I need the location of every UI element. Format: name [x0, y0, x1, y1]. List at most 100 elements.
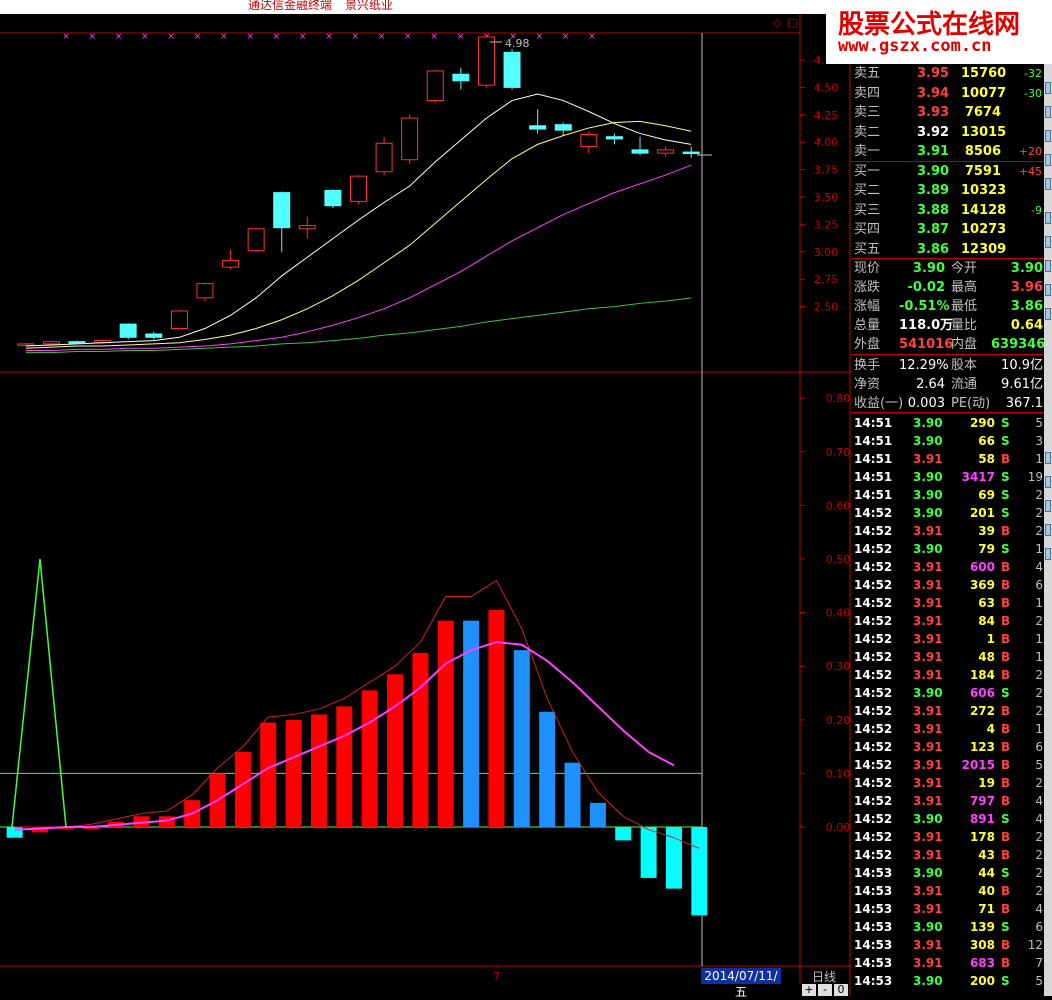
macd-axis-label: 0.70 [826, 446, 851, 459]
toolbar-button-icon[interactable] [1045, 284, 1051, 296]
tick-row[interactable]: 14:53 3.91 71 B 4 [851, 900, 1044, 918]
toolbar-button-icon[interactable] [1045, 548, 1051, 560]
ask-row[interactable]: 卖二 3.92 13015 [851, 123, 1044, 142]
tick-side: S [1001, 506, 1010, 520]
cursor-date: 2014/07/11/五 [701, 968, 781, 999]
ask-volume: 13015 [961, 124, 1007, 140]
zoom-reset-button[interactable]: 0 [834, 984, 848, 996]
bid-change: -9 [1031, 203, 1042, 217]
bid-row[interactable]: 买三 3.88 14128 -9 [851, 201, 1044, 220]
tick-row[interactable]: 14:52 3.91 19 B 2 [851, 774, 1044, 792]
tick-row[interactable]: 14:51 3.91 58 B 1 [851, 450, 1044, 468]
price-axis-label: 3.00 [814, 246, 839, 259]
tick-row[interactable]: 14:53 3.90 200 S 5 [851, 972, 1044, 990]
toolbar-button-icon[interactable] [1045, 524, 1051, 536]
tick-row[interactable]: 14:52 3.91 797 B 4 [851, 792, 1044, 810]
tick-row[interactable]: 14:52 3.90 79 S 1 [851, 540, 1044, 558]
stat-row: 总量 118.0万 量比 0.64 [851, 316, 1044, 335]
bid-row[interactable]: 买五 3.86 12309 [851, 240, 1044, 259]
tick-row[interactable]: 14:52 3.91 123 B 6 [851, 738, 1044, 756]
tick-count: 19 [1027, 470, 1043, 484]
tick-row[interactable]: 14:52 3.91 43 B 2 [851, 846, 1044, 864]
tick-row[interactable]: 14:52 3.91 2015 B 5 [851, 756, 1044, 774]
stat-value: -0.51% [899, 299, 950, 314]
tick-row[interactable]: 14:51 3.90 290 S 5 [851, 414, 1044, 432]
toolbar-button-icon[interactable] [1045, 178, 1051, 190]
diamond-icon[interactable]: ◇ [773, 16, 781, 29]
tick-row[interactable]: 14:53 3.90 44 S 2 [851, 864, 1044, 882]
tick-row[interactable]: 14:52 3.91 272 B 2 [851, 702, 1044, 720]
tick-row[interactable]: 14:52 3.91 84 B 2 [851, 612, 1044, 630]
toolbar-button-icon[interactable] [1045, 212, 1051, 224]
macd-axis-label: 0.20 [826, 714, 851, 727]
bid-price: 3.90 [917, 163, 950, 179]
tick-row[interactable]: 14:52 3.91 48 B 1 [851, 648, 1044, 666]
macd-bar [539, 711, 556, 827]
toolbar-button-icon[interactable] [1045, 236, 1051, 248]
tick-row[interactable]: 14:53 3.91 308 B 12 [851, 936, 1044, 954]
zoom-in-button[interactable]: + [802, 984, 816, 996]
toolbar-button-icon[interactable] [1045, 500, 1051, 512]
tick-row[interactable]: 14:51 3.90 69 S 2 [851, 486, 1044, 504]
time-axis-label: 7 [493, 970, 500, 983]
tick-row[interactable]: 14:52 3.91 369 B 6 [851, 576, 1044, 594]
ask-row[interactable]: 卖三 3.93 7674 [851, 103, 1044, 122]
macd-axis-label: 0.80 [826, 392, 851, 405]
bid-row[interactable]: 买二 3.89 10323 [851, 181, 1044, 200]
tick-row[interactable]: 14:53 3.91 40 B 2 [851, 882, 1044, 900]
tick-row[interactable]: 14:51 3.90 66 S 3 [851, 432, 1044, 450]
ask-row[interactable]: 卖一 3.91 8506 +20 [851, 142, 1044, 161]
bid-row[interactable]: 买四 3.87 10273 [851, 220, 1044, 239]
bid-volume: 10273 [961, 222, 1007, 237]
tick-time: 14:52 [854, 524, 893, 538]
bid-price: 3.87 [917, 222, 950, 237]
toolbar-button-icon[interactable] [1045, 308, 1051, 320]
tick-row[interactable]: 14:51 3.90 3417 S 19 [851, 468, 1044, 486]
marker-x: × [167, 32, 175, 42]
tick-row[interactable]: 14:52 3.90 891 S 4 [851, 810, 1044, 828]
toolbar-button-icon[interactable] [1045, 82, 1051, 94]
tick-price: 3.90 [913, 974, 943, 988]
bid-row[interactable]: 买一 3.90 7591 +45 [851, 162, 1044, 181]
square-icon[interactable]: □ [787, 16, 797, 29]
zoom-out-button[interactable]: - [818, 984, 832, 996]
candle-body [605, 136, 623, 140]
tick-row[interactable]: 14:52 3.91 600 B 4 [851, 558, 1044, 576]
tick-row[interactable]: 14:53 3.90 139 S 6 [851, 918, 1044, 936]
tick-row[interactable]: 14:52 3.91 178 B 2 [851, 828, 1044, 846]
fund-value: 367.1 [1005, 396, 1043, 411]
kline-chart-area[interactable]: 4.754.504.254.003.753.503.253.002.752.50… [0, 0, 851, 996]
ask-label: 卖五 [854, 66, 881, 81]
tick-row[interactable]: 14:52 3.91 184 B 2 [851, 666, 1044, 684]
toolbar-button-icon[interactable] [1045, 452, 1051, 464]
fund-label: 换手 [854, 358, 881, 373]
toolbar-button-icon[interactable] [1045, 154, 1051, 166]
tick-row[interactable]: 14:52 3.91 63 B 1 [851, 594, 1044, 612]
tick-row[interactable]: 14:53 3.91 683 B 7 [851, 954, 1044, 972]
ask-volume: 8506 [964, 144, 1001, 159]
ask-row[interactable]: 卖四 3.94 10077 -30 [851, 84, 1044, 103]
candle-body [682, 151, 700, 155]
tick-price: 3.91 [913, 938, 943, 952]
toolbar-button-icon[interactable] [1045, 476, 1051, 488]
tick-time: 14:52 [854, 812, 893, 826]
ask-row[interactable]: 卖五 3.95 15760 -32 [851, 64, 1044, 83]
tick-row[interactable]: 14:52 3.90 606 S 2 [851, 684, 1044, 702]
tick-volume: 48 [978, 650, 995, 664]
tick-price: 3.90 [913, 920, 943, 934]
toolbar-button-icon[interactable] [1045, 260, 1051, 272]
tick-side: B [1001, 956, 1011, 970]
macd-bar [564, 762, 581, 827]
tick-volume: 200 [969, 974, 995, 988]
candle-body [273, 192, 291, 229]
tick-volume: 1 [986, 632, 995, 646]
toolbar-button-icon[interactable] [1045, 130, 1051, 142]
tick-row[interactable]: 14:52 3.91 39 B 2 [851, 522, 1044, 540]
tick-price: 3.91 [913, 722, 943, 736]
stat-label: 现价 [854, 261, 881, 276]
tick-row[interactable]: 14:52 3.90 201 S 2 [851, 504, 1044, 522]
price-axis-label: 4.00 [814, 136, 839, 149]
tick-row[interactable]: 14:52 3.91 4 B 1 [851, 720, 1044, 738]
tick-row[interactable]: 14:52 3.91 1 B 1 [851, 630, 1044, 648]
toolbar-button-icon[interactable] [1045, 106, 1051, 118]
